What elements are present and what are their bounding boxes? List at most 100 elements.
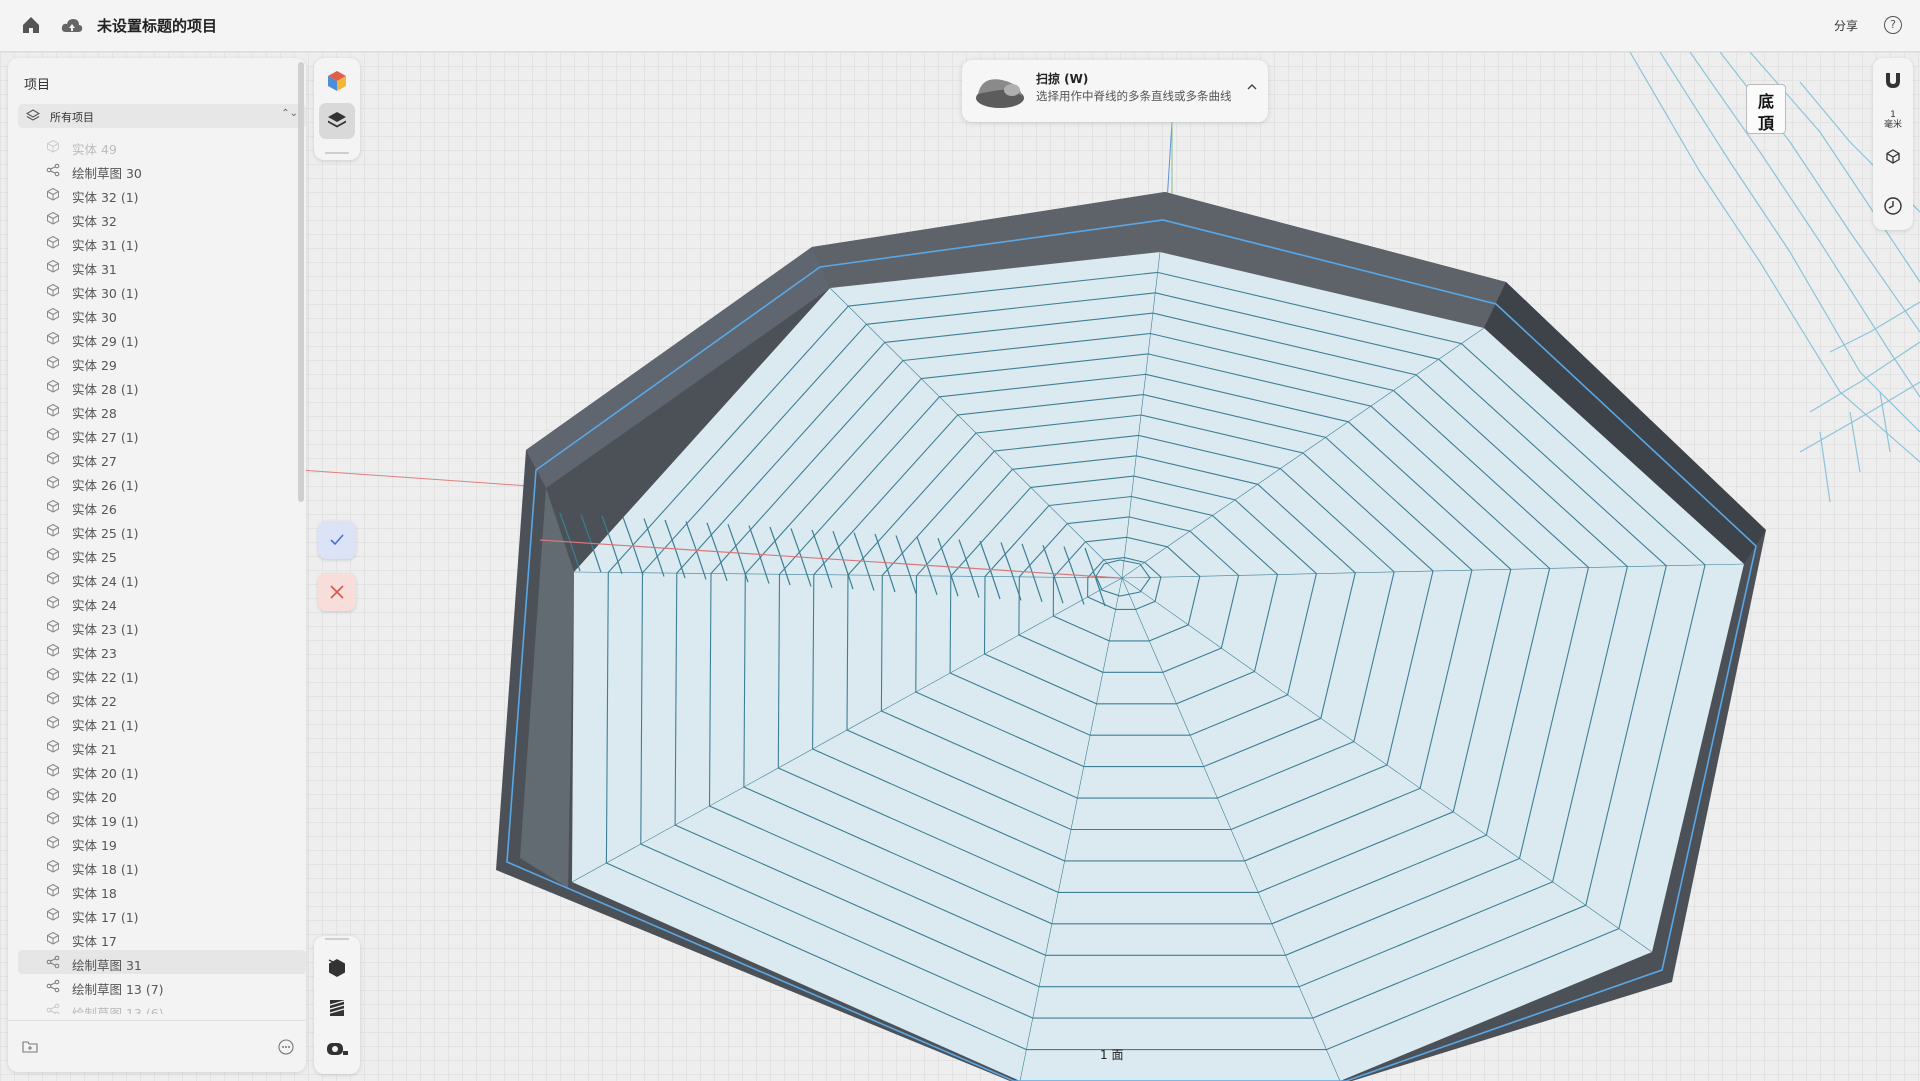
chevron-up-icon[interactable] bbox=[1246, 82, 1258, 92]
solid-icon bbox=[47, 691, 59, 705]
list-item[interactable]: 实体 26 (1) bbox=[18, 470, 306, 494]
sweep-icon bbox=[976, 79, 1024, 108]
help-icon[interactable]: ? bbox=[1884, 16, 1902, 34]
appearance-button[interactable] bbox=[319, 63, 355, 99]
list-item-label: 实体 32 bbox=[72, 214, 117, 229]
list-item[interactable]: 实体 18 bbox=[18, 878, 306, 902]
list-item-label: 实体 27 bbox=[72, 454, 117, 469]
primitive-shape-button[interactable] bbox=[319, 950, 355, 986]
list-item-label: 实体 25 bbox=[72, 550, 117, 565]
list-item[interactable]: 实体 23 (1) bbox=[18, 614, 306, 638]
view-cube-label-bottom: 頂 bbox=[1757, 114, 1774, 133]
list-item[interactable]: 实体 17 bbox=[18, 926, 306, 950]
project-title[interactable]: 未设置标题的项目 bbox=[97, 15, 217, 36]
folder-add-icon[interactable] bbox=[22, 1039, 38, 1053]
toolbar-divider bbox=[325, 152, 349, 154]
list-item[interactable]: 实体 29 bbox=[18, 350, 306, 374]
list-item[interactable]: 实体 30 (1) bbox=[18, 278, 306, 302]
list-item-label: 实体 19 (1) bbox=[72, 814, 139, 829]
home-icon[interactable] bbox=[20, 14, 42, 36]
list-item[interactable]: 绘制草图 13 (7) bbox=[18, 974, 306, 998]
cancel-button[interactable] bbox=[318, 573, 356, 611]
snap-button[interactable] bbox=[1879, 66, 1907, 94]
sketch-icon bbox=[46, 979, 60, 993]
list-item[interactable]: 实体 27 bbox=[18, 446, 306, 470]
list-item[interactable]: 实体 24 (1) bbox=[18, 566, 306, 590]
solid-icon bbox=[47, 235, 59, 249]
list-item[interactable]: 实体 31 bbox=[18, 254, 306, 278]
project-panel: 项目 所有项目 ⌃⌄ 实体 49 绘制草图 30 实体 32 (1) 实体 32 实体 … bbox=[8, 58, 306, 1072]
unit-value: 1 bbox=[1890, 110, 1896, 120]
share-button[interactable]: 分享 bbox=[1826, 14, 1866, 38]
list-item[interactable]: 绘制草图 31 bbox=[18, 950, 306, 974]
solid-icon bbox=[47, 739, 59, 753]
list-item[interactable]: 实体 31 (1) bbox=[18, 230, 306, 254]
solid-icon bbox=[47, 763, 59, 777]
list-item-label: 实体 30 bbox=[72, 310, 117, 325]
view-cube[interactable]: 底 頂 bbox=[1744, 84, 1790, 138]
list-item-label: 实体 26 bbox=[72, 502, 117, 517]
list-item[interactable]: 实体 18 (1) bbox=[18, 854, 306, 878]
magnet-icon bbox=[1886, 73, 1900, 88]
list-item-label: 实体 22 bbox=[72, 694, 117, 709]
list-item[interactable]: 实体 28 bbox=[18, 398, 306, 422]
list-item[interactable]: 实体 20 (1) bbox=[18, 758, 306, 782]
list-item[interactable]: 实体 19 (1) bbox=[18, 806, 306, 830]
check-icon bbox=[330, 534, 344, 546]
hexagon-solid-icon bbox=[328, 959, 345, 977]
solid-icon bbox=[47, 499, 59, 513]
list-item[interactable]: 实体 29 (1) bbox=[18, 326, 306, 350]
list-item[interactable]: 实体 23 bbox=[18, 638, 306, 662]
solid-icon bbox=[47, 619, 59, 633]
units-display[interactable]: 1 毫米 bbox=[1873, 110, 1913, 130]
list-item[interactable]: 实体 22 (1) bbox=[18, 662, 306, 686]
list-item[interactable]: 实体 26 bbox=[18, 494, 306, 518]
confirm-button[interactable] bbox=[318, 521, 356, 559]
list-item[interactable]: 实体 19 bbox=[18, 830, 306, 854]
solid-icon bbox=[47, 811, 59, 825]
view-orientation-button[interactable] bbox=[1879, 142, 1907, 170]
colored-cube-icon bbox=[328, 71, 346, 91]
list-item-label: 实体 21 (1) bbox=[72, 718, 139, 733]
list-item-label: 实体 24 bbox=[72, 598, 117, 613]
texture-button[interactable] bbox=[319, 990, 355, 1026]
list-item[interactable]: 实体 27 (1) bbox=[18, 422, 306, 446]
list-item-label: 实体 30 (1) bbox=[72, 286, 139, 301]
unit-label: 毫米 bbox=[1883, 120, 1902, 130]
solid-icon bbox=[47, 403, 59, 417]
solid-icon bbox=[47, 595, 59, 609]
list-item[interactable]: 实体 20 bbox=[18, 782, 306, 806]
list-item[interactable]: 实体 24 bbox=[18, 590, 306, 614]
list-item[interactable]: 实体 30 bbox=[18, 302, 306, 326]
updown-chevron-icon: ⌃⌄ bbox=[281, 108, 298, 119]
more-options-icon[interactable] bbox=[278, 1039, 294, 1055]
list-item[interactable]: 实体 17 (1) bbox=[18, 902, 306, 926]
list-item[interactable]: 绘制草图 30 bbox=[18, 158, 306, 182]
solid-icon bbox=[47, 187, 59, 201]
list-item[interactable]: 实体 21 bbox=[18, 734, 306, 758]
pattern-icon bbox=[329, 1000, 345, 1016]
selection-face-count: 1 面 bbox=[1100, 1048, 1124, 1062]
cloud-upload-icon[interactable] bbox=[60, 15, 84, 37]
list-item[interactable]: 实体 28 (1) bbox=[18, 374, 306, 398]
panel-footer bbox=[8, 1020, 306, 1072]
sketch-icon bbox=[46, 163, 60, 177]
measure-button[interactable] bbox=[319, 1030, 355, 1066]
panel-heading: 项目 bbox=[24, 78, 51, 93]
scrollbar-thumb[interactable] bbox=[298, 62, 304, 502]
list-item[interactable]: 实体 49 bbox=[18, 134, 306, 158]
list-item[interactable]: 实体 32 (1) bbox=[18, 182, 306, 206]
history-button[interactable] bbox=[1879, 192, 1907, 220]
list-item[interactable]: 实体 22 bbox=[18, 686, 306, 710]
list-item[interactable]: 实体 25 (1) bbox=[18, 518, 306, 542]
solid-icon bbox=[47, 547, 59, 561]
solid-icon bbox=[47, 331, 59, 345]
list-item[interactable]: 实体 21 (1) bbox=[18, 710, 306, 734]
layers-button[interactable] bbox=[319, 103, 355, 139]
list-item[interactable]: 实体 25 bbox=[18, 542, 306, 566]
list-item[interactable]: 绘制草图 13 (6) bbox=[18, 998, 306, 1014]
list-item-label: 实体 20 (1) bbox=[72, 766, 139, 781]
list-item-label: 实体 32 (1) bbox=[72, 190, 139, 205]
list-item[interactable]: 实体 32 bbox=[18, 206, 306, 230]
items-filter-dropdown[interactable]: 所有项目 ⌃⌄ bbox=[18, 104, 306, 128]
